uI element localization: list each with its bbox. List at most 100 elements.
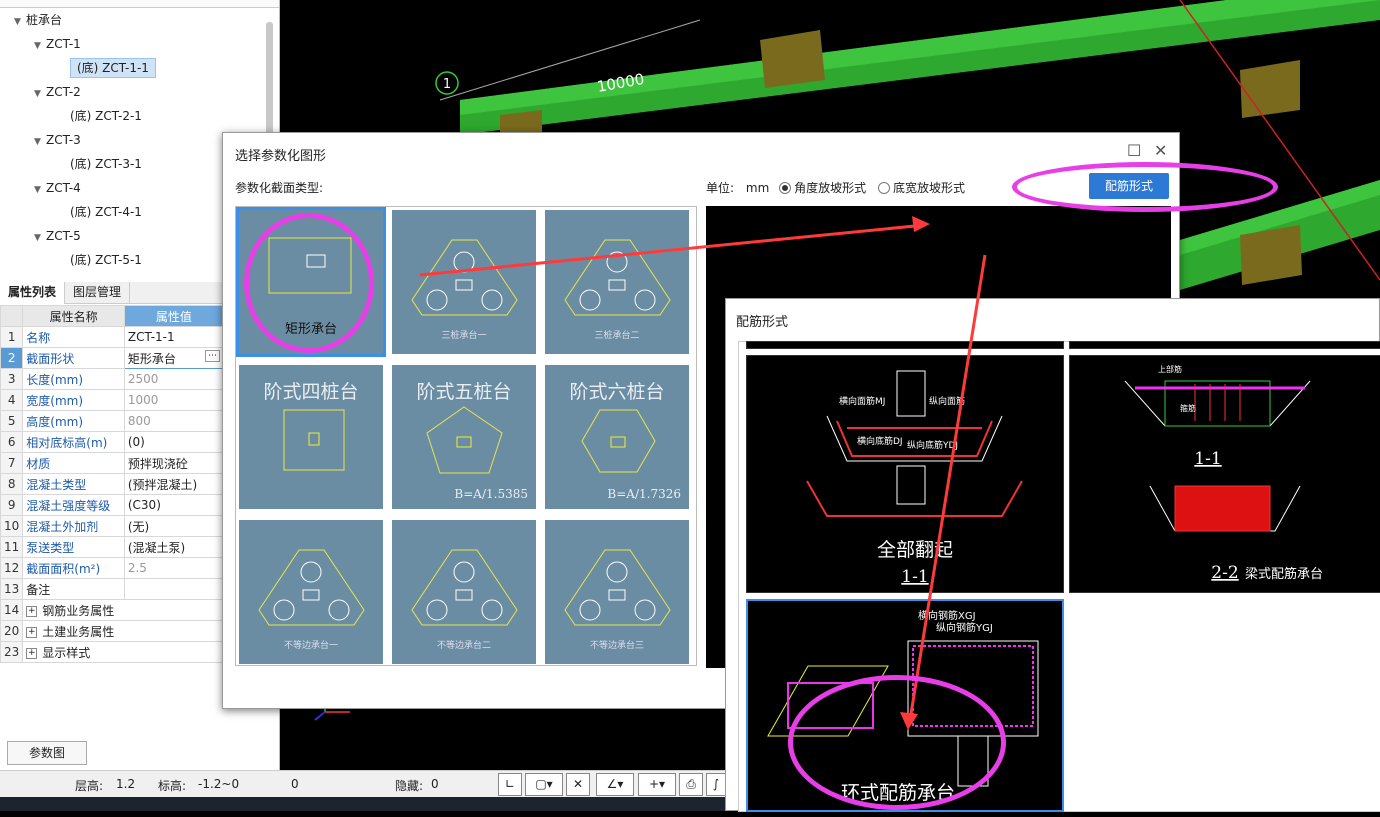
add-dropdown-icon[interactable]: +▾: [638, 773, 676, 796]
property-name-text: 长度(mm): [26, 372, 84, 387]
property-row[interactable]: 5 高度(mm) 800: [0, 410, 225, 432]
maximize-icon[interactable]: ☐: [1127, 141, 1141, 160]
property-row[interactable]: 23 + 显示样式: [0, 641, 224, 663]
curve-icon[interactable]: ∫: [706, 773, 726, 796]
shape-option-tri4[interactable]: 不等边承台二: [392, 520, 536, 664]
radio-angle-slope[interactable]: [779, 182, 792, 194]
search-bar[interactable]: [0, 0, 279, 8]
row-index: 8: [0, 473, 24, 495]
radio-angle-slope-label[interactable]: 角度放坡形式: [794, 181, 866, 195]
property-value-text: ZCT-1-1: [127, 330, 175, 344]
row-index: 20: [0, 620, 24, 642]
tree-item-label: (底) ZCT-1-1: [70, 58, 156, 78]
shape-option-tri1[interactable]: 三桩承台一: [392, 210, 536, 354]
expand-plus-icon[interactable]: +: [26, 605, 38, 617]
property-value[interactable]: 矩形承台 ⋯: [123, 347, 225, 369]
expand-arrow-icon[interactable]: ▼: [14, 10, 26, 34]
angle-dropdown-icon[interactable]: ∠▾: [596, 773, 634, 796]
shape-option-step5[interactable]: 阶式五桩台 B=A/1.5385: [392, 365, 536, 509]
property-row[interactable]: 8 混凝土类型 (预拌混凝土): [0, 473, 225, 495]
property-name-text: 相对底标高(m): [26, 435, 108, 450]
property-value[interactable]: 2.5: [123, 557, 225, 579]
property-row[interactable]: 3 长度(mm) 2500: [0, 368, 225, 390]
property-name: 宽度(mm): [22, 389, 125, 411]
property-value[interactable]: 2500: [123, 368, 225, 390]
ortho-icon[interactable]: ∟: [498, 773, 522, 796]
tree-item-zct1-1[interactable]: (底) ZCT-1-1: [0, 56, 266, 80]
property-value[interactable]: 预拌现浇砼: [123, 452, 225, 474]
expand-arrow-icon[interactable]: ▼: [34, 34, 46, 58]
property-value-text: (0): [127, 435, 145, 449]
label-ydj: 纵向底筋YDJ: [907, 439, 958, 451]
expand-arrow-icon[interactable]: ▼: [34, 226, 46, 250]
property-name: + 钢筋业务属性: [22, 599, 224, 621]
property-row[interactable]: 20 + 土建业务属性: [0, 620, 224, 642]
property-row[interactable]: 4 宽度(mm) 1000: [0, 389, 225, 411]
expand-plus-icon[interactable]: +: [26, 626, 38, 638]
label-ymj: 纵向面筋: [929, 395, 965, 407]
tree-scrollbar[interactable]: [266, 22, 273, 142]
row-index: 14: [0, 599, 24, 621]
shape-option-tri3[interactable]: 不等边承台一: [239, 520, 383, 664]
radio-bottom-width-slope-label[interactable]: 底宽放坡形式: [893, 181, 965, 195]
row-index: 3: [0, 368, 24, 390]
floor-height-label: 层高:: [75, 779, 104, 793]
property-row[interactable]: 1 名称 ZCT-1-1: [0, 326, 225, 348]
shape-option-step4[interactable]: 阶式四桩台: [239, 365, 383, 509]
rebar-option-beam[interactable]: 上部筋 箍筋 1-1 2-2 梁式配筋承台: [1069, 355, 1380, 593]
expand-arrow-icon[interactable]: ▼: [34, 178, 46, 202]
full-bend-diagram: 横向面筋MJ 纵向面筋 横向底筋DJ 纵向底筋YDJ 全部翻起 1-1: [806, 370, 1023, 587]
tree-item-label: ZCT-5: [46, 229, 81, 243]
shape-option-step6[interactable]: 阶式六桩台 B=A/1.7326: [545, 365, 689, 509]
shape-option-tri2[interactable]: 三桩承台二: [545, 210, 689, 354]
expand-plus-icon[interactable]: +: [26, 647, 38, 659]
tab-layers[interactable]: 图层管理: [65, 282, 131, 304]
cross-icon[interactable]: ✕: [566, 773, 590, 796]
property-value[interactable]: [123, 578, 225, 600]
property-row[interactable]: 10 混凝土外加剂 (无): [0, 515, 225, 537]
rebar-dialog-title: 配筋形式: [736, 315, 789, 330]
property-row[interactable]: 6 相对底标高(m) (0): [0, 431, 225, 453]
tree-item-label: ZCT-1: [46, 37, 81, 51]
property-value[interactable]: ZCT-1-1: [123, 326, 225, 348]
floor-height-value: 1.2: [116, 777, 136, 791]
property-row[interactable]: 11 泵送类型 (混凝土泵): [0, 536, 225, 558]
tree-item-label: (底) ZCT-4-1: [70, 205, 142, 219]
property-value[interactable]: (C30): [123, 494, 225, 516]
tab-properties[interactable]: 属性列表: [0, 282, 66, 304]
property-value[interactable]: 1000: [123, 389, 225, 411]
tree-item-zct1[interactable]: ▼ ZCT-1: [0, 32, 266, 56]
property-row[interactable]: 2 截面形状 矩形承台 ⋯: [0, 347, 225, 369]
property-value[interactable]: (混凝土泵): [123, 536, 225, 558]
param-diagram-button[interactable]: 参数图: [7, 741, 87, 765]
shape-caption: 阶式六桩台: [569, 381, 665, 403]
rebar-option-full-bend[interactable]: 横向面筋MJ 纵向面筋 横向底筋DJ 纵向底筋YDJ 全部翻起 1-1: [746, 355, 1064, 593]
print-icon[interactable]: ⎙: [679, 773, 703, 796]
shape-caption: 阶式五桩台: [416, 381, 512, 403]
property-row[interactable]: 9 混凝土强度等级 (C30): [0, 494, 225, 516]
section-2-2: 2-2: [1211, 563, 1238, 583]
tree-item-label: ZCT-4: [46, 181, 81, 195]
radio-bottom-width-slope[interactable]: [877, 182, 890, 194]
property-row[interactable]: 14 + 钢筋业务属性: [0, 599, 224, 621]
property-row[interactable]: 7 材质 预拌现浇砼: [0, 452, 225, 474]
snap-dropdown-icon[interactable]: ▢▾: [525, 773, 563, 796]
property-value[interactable]: (无): [123, 515, 225, 537]
expand-arrow-icon[interactable]: ▼: [34, 82, 46, 106]
shape-caption: 不等边承台二: [436, 641, 491, 651]
expand-arrow-icon[interactable]: ▼: [34, 130, 46, 154]
shape-option-tri5[interactable]: 不等边承台三: [545, 520, 689, 664]
property-value[interactable]: (0): [123, 431, 225, 453]
close-icon[interactable]: ✕: [1154, 141, 1167, 160]
property-row[interactable]: 13 备注: [0, 578, 225, 600]
tree-item-zct2-1[interactable]: (底) ZCT-2-1: [0, 104, 266, 128]
tree-root[interactable]: ▼ 桩承台: [0, 8, 266, 32]
label-top: 上部筋: [1158, 364, 1182, 374]
tree-item-zct2[interactable]: ▼ ZCT-2: [0, 80, 266, 104]
ellipsis-button[interactable]: ⋯: [205, 349, 220, 362]
property-row[interactable]: 12 截面面积(m²) 2.5: [0, 557, 225, 579]
shape-caption: 不等边承台一: [283, 641, 338, 651]
property-name-text: 泵送类型: [26, 540, 75, 555]
property-value[interactable]: (预拌混凝土): [123, 473, 225, 495]
property-value[interactable]: 800: [123, 410, 225, 432]
